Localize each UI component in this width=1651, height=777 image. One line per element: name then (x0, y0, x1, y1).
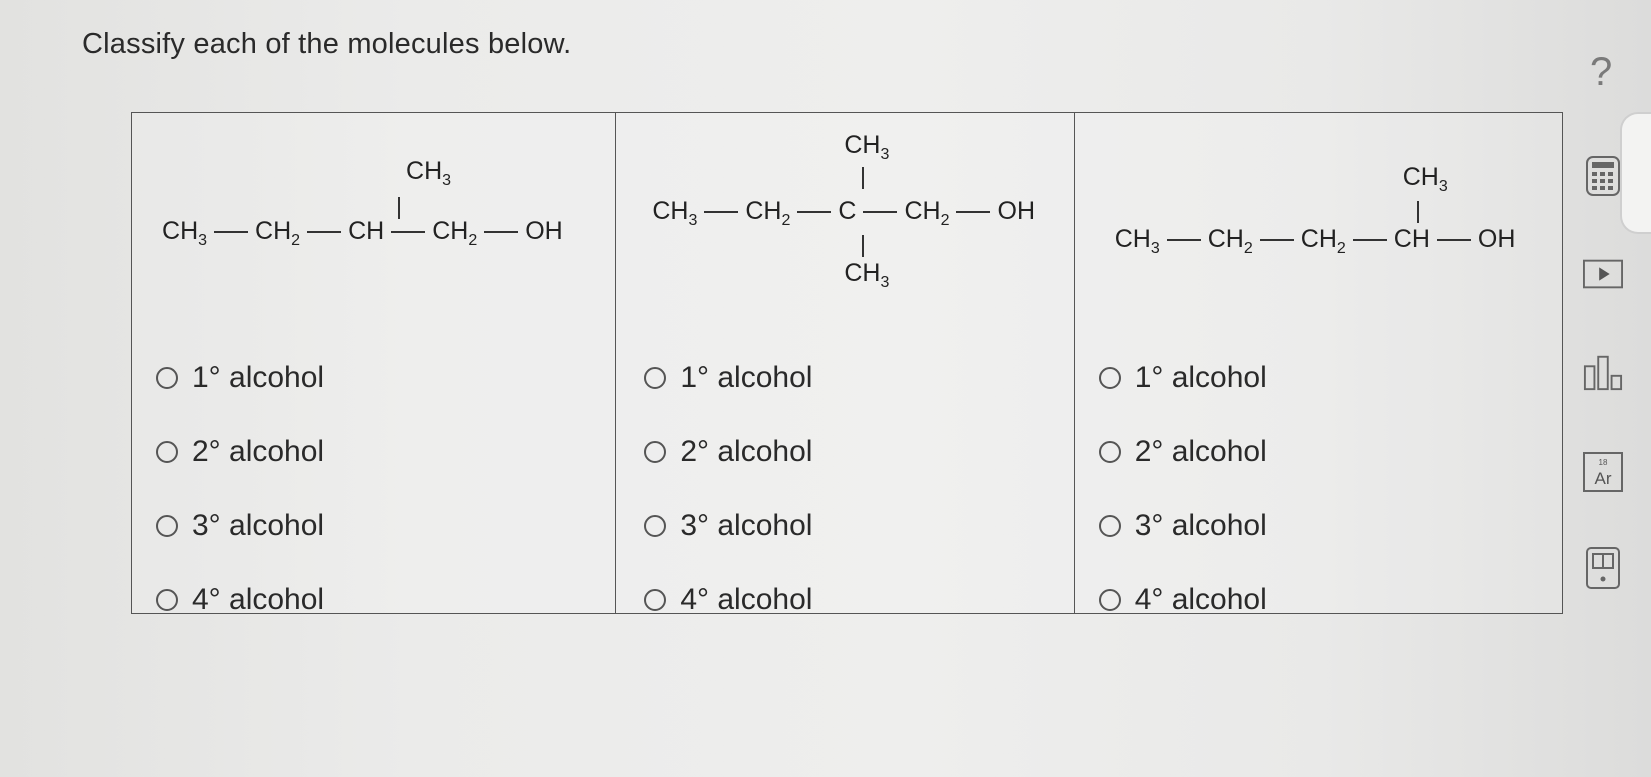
option-3-quaternary[interactable]: 4° alcohol (1098, 563, 1267, 637)
molecule-cell-1: CH3 CH3 CH2 CH CH2 OH 1° alcohol 2° alco… (132, 113, 617, 616)
chain-group: CH2 (745, 197, 791, 229)
option-2-secondary[interactable]: 2° alcohol (644, 415, 812, 489)
periodic-symbol: Ar (1595, 469, 1612, 488)
radio-button[interactable] (644, 515, 667, 537)
radio-button[interactable] (1098, 367, 1121, 389)
radio-button[interactable] (156, 515, 178, 537)
options-molecule-2: 1° alcohol 2° alcohol 3° alcohol 4° alco… (644, 341, 812, 637)
radio-button[interactable] (1098, 515, 1121, 537)
chain-group: OH (1477, 225, 1516, 253)
molecule-3-structure: CH3 CH3 CH2 CH2 CH OH (1115, 159, 1555, 279)
option-3-secondary[interactable]: 2° alcohol (1098, 415, 1267, 489)
options-molecule-1: 1° alcohol 2° alcohol 3° alcohol 4° alco… (156, 341, 324, 637)
molecule-cell-3: CH3 CH3 CH2 CH2 CH OH 1° alcohol 2° alco… (1075, 113, 1562, 616)
option-2-primary[interactable]: 1° alcohol (644, 341, 812, 415)
chain-group: C (838, 197, 857, 225)
options-molecule-3: 1° alcohol 2° alcohol 3° alcohol 4° alco… (1098, 341, 1267, 637)
radio-button[interactable] (644, 441, 667, 463)
calculator-icon[interactable] (1583, 154, 1623, 198)
option-2-quaternary[interactable]: 4° alcohol (644, 563, 812, 637)
radio-button[interactable] (644, 589, 667, 611)
chain-group: OH (525, 217, 563, 245)
radio-button[interactable] (1098, 441, 1121, 463)
top-substituent: CH3 (406, 157, 452, 189)
molecule-grid: CH3 CH3 CH2 CH CH2 OH 1° alcohol 2° alco… (131, 112, 1563, 616)
bottom-substituent: CH3 (844, 259, 890, 291)
chain-group: CH2 (1300, 225, 1346, 257)
radio-button[interactable] (156, 367, 178, 389)
bar-chart-icon[interactable] (1583, 350, 1623, 394)
molecule-2-structure: CH3 CH3 CH2 C CH2 OH CH3 (652, 131, 1072, 301)
chain-group: CH (348, 217, 385, 245)
option-3-primary[interactable]: 1° alcohol (1098, 341, 1267, 415)
chain-group: CH (1393, 225, 1430, 253)
option-1-quaternary[interactable]: 4° alcohol (156, 563, 324, 637)
chain-group: CH2 (904, 197, 950, 229)
chain-group: CH3 (1114, 225, 1160, 257)
molecule-cell-2: CH3 CH3 CH2 C CH2 OH CH3 1° alcohol 2° a… (616, 113, 1075, 616)
option-3-tertiary[interactable]: 3° alcohol (1098, 489, 1267, 563)
top-substituent: CH3 (1402, 163, 1448, 195)
chain-group: CH3 (162, 217, 208, 249)
chain-group: CH2 (1207, 225, 1253, 257)
video-icon[interactable] (1583, 256, 1623, 292)
option-1-tertiary[interactable]: 3° alcohol (156, 489, 324, 563)
chain-group: CH3 (652, 197, 698, 229)
molecule-1-structure: CH3 CH3 CH2 CH CH2 OH (162, 153, 612, 273)
reference-book-icon[interactable] (1583, 546, 1623, 590)
side-panel-tab[interactable] (1620, 112, 1651, 234)
chain-group: CH2 (432, 217, 478, 249)
periodic-table-icon[interactable]: 18 Ar (1583, 450, 1623, 494)
radio-button[interactable] (156, 589, 178, 611)
chain-group: CH2 (255, 217, 301, 249)
question-prompt: Classify each of the molecules below. (82, 28, 572, 60)
option-1-primary[interactable]: 1° alcohol (156, 341, 324, 415)
option-1-secondary[interactable]: 2° alcohol (156, 415, 324, 489)
chain-group: OH (997, 197, 1035, 225)
radio-button[interactable] (1098, 589, 1121, 611)
radio-button[interactable] (644, 367, 667, 389)
top-substituent: CH3 (844, 131, 890, 163)
radio-button[interactable] (156, 441, 178, 463)
option-2-tertiary[interactable]: 3° alcohol (644, 489, 812, 563)
help-button[interactable]: ? (1590, 50, 1612, 95)
periodic-number: 18 (1599, 458, 1608, 467)
